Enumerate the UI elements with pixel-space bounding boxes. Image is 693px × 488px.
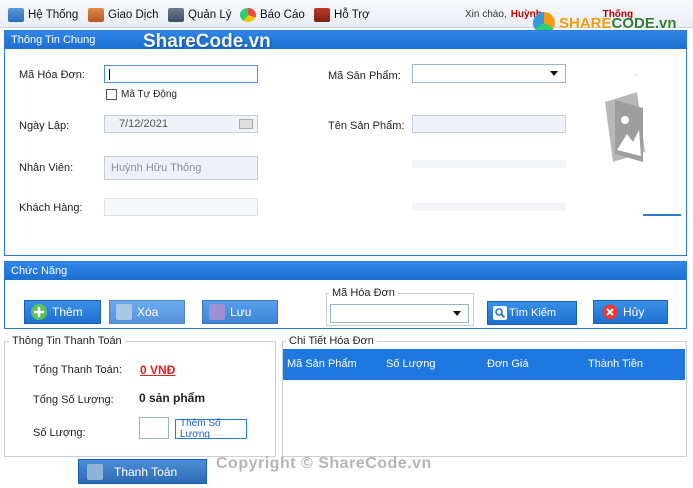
floppy-disk-icon	[209, 304, 225, 320]
support-icon	[314, 8, 330, 22]
product-name-label: Tên Sản Phẩm:	[328, 120, 405, 132]
blurred-field	[412, 160, 566, 168]
qty-total-value: 0 sản phẩm	[139, 391, 206, 405]
sharecode-watermark: ShareCode.vn	[143, 31, 271, 52]
menu-system-label: Hệ Thống	[28, 9, 79, 21]
image-placeholder-icon	[605, 74, 681, 216]
greeting-text: Xin chào,	[465, 9, 507, 20]
customer-select[interactable]	[104, 198, 258, 216]
product-image	[577, 64, 681, 218]
menu-transaction[interactable]: Giao Dịch	[88, 7, 159, 23]
total-label: Tổng Thanh Toán:	[33, 364, 122, 376]
invoice-detail-title: Chi Tiết Hóa Đơn	[286, 335, 377, 347]
manage-icon	[168, 8, 184, 22]
auto-id-checkbox[interactable]	[106, 89, 117, 100]
trash-icon	[116, 304, 132, 320]
chevron-down-icon	[453, 311, 461, 316]
date-picker[interactable]: 7/12/2021	[104, 115, 258, 133]
invoice-id-label: Mã Hóa Đơn:	[19, 69, 85, 81]
product-id-label: Mã Sản Phẩm:	[328, 70, 401, 82]
delete-button[interactable]: Xóa	[109, 300, 185, 324]
date-label: Ngày Lập:	[19, 120, 70, 132]
qty-total-label: Tổng Số Lượng:	[33, 394, 114, 406]
close-icon	[602, 304, 618, 320]
product-id-select[interactable]	[412, 64, 566, 83]
add-quantity-button[interactable]: Thêm Số Lượng	[175, 418, 247, 440]
product-name-field	[412, 115, 566, 133]
employee-field: Huỳnh Hữu Thống	[104, 156, 258, 180]
menu-support-label: Hỗ Trợ	[334, 9, 370, 21]
copyright-watermark: Copyright © ShareCode.vn	[216, 455, 432, 472]
invoice-search-select[interactable]	[330, 304, 469, 323]
transaction-icon	[88, 8, 104, 22]
menu-manage-label: Quản Lý	[188, 9, 232, 21]
column-header[interactable]: Mã Sản Phẩm	[287, 349, 357, 379]
employee-label: Nhân Viên:	[19, 162, 74, 174]
functions-title: Chức Năng	[5, 262, 686, 280]
checkout-button[interactable]: Thanh Toán	[78, 459, 207, 484]
chevron-down-icon	[550, 71, 558, 76]
search-icon	[493, 306, 507, 320]
logo-text: SHARECODE.vn	[559, 14, 677, 32]
menu-report-label: Báo Cáo	[260, 9, 305, 21]
qty-input[interactable]	[139, 417, 169, 439]
general-info-title: Thông Tin Chung	[5, 31, 686, 49]
report-icon	[240, 8, 256, 22]
auto-id-label: Mã Tự Động	[121, 89, 177, 100]
calendar-icon[interactable]	[239, 119, 253, 129]
text-caret	[109, 69, 110, 80]
menu-manage[interactable]: Quản Lý	[168, 7, 231, 23]
customer-label: Khách Hàng:	[19, 202, 83, 214]
payment-info-title: Thông Tin Thanh Toán	[9, 335, 125, 347]
column-header[interactable]: Số Lượng	[386, 349, 435, 379]
detail-table-header: Mã Sản Phẩm Số Lượng Đơn Giá Thành Tiền	[283, 349, 685, 380]
column-header[interactable]: Thành Tiền	[588, 349, 643, 379]
column-header[interactable]: Đơn Giá	[487, 349, 528, 379]
menu-system[interactable]: Hệ Thống	[8, 7, 78, 23]
save-button[interactable]: Lưu	[202, 300, 278, 324]
qty-label: Số Lượng:	[33, 427, 86, 439]
add-button[interactable]: Thêm	[24, 300, 101, 324]
invoice-search-label: Mã Hóa Đơn	[329, 287, 398, 299]
menu-report[interactable]: Báo Cáo	[240, 7, 305, 23]
menu-transaction-label: Giao Dịch	[108, 9, 159, 21]
search-button[interactable]: Tìm Kiếm	[487, 301, 577, 325]
menu-support[interactable]: Hỗ Trợ	[314, 7, 370, 23]
system-icon	[8, 8, 24, 22]
total-value: 0 VNĐ	[140, 363, 176, 377]
invoice-id-input[interactable]	[104, 65, 258, 83]
plus-icon	[31, 304, 47, 320]
blurred-field	[412, 203, 566, 211]
money-icon	[87, 463, 103, 480]
cancel-button[interactable]: Hủy	[593, 300, 668, 324]
